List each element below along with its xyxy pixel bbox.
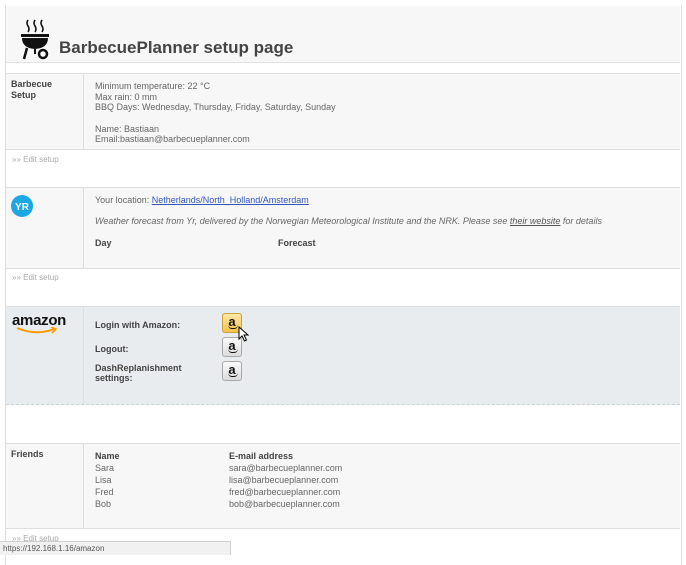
friends-column-email: E-mail address [229,451,294,461]
page-title: BarbecuePlanner setup page [59,38,294,57]
dash-replenishment-settings-button[interactable]: a [222,361,242,381]
barbecue-setup-content: Minimum temperature: 22 °C Max rain: 0 m… [89,74,680,149]
grill-icon [21,19,49,60]
friend-email: fred@barbecueplanner.com [229,487,341,497]
bbq-days: BBQ Days: Wednesday, Thursday, Friday, S… [95,102,336,112]
friend-email: bob@barbecueplanner.com [229,499,340,509]
mouse-cursor-icon [238,326,250,342]
svg-text:YR: YR [15,202,30,213]
status-bar-url: https://192.168.1.16/amazon [0,541,231,555]
column-header-forecast: Forecast [278,238,316,248]
weather-section: YR Your location: Netherlands/North_Holl… [6,187,680,269]
friend-name: Bob [95,499,112,509]
location-label: Your location: [95,195,152,205]
amazon-logo: amazon [12,312,66,334]
friends-label: Friends [11,449,44,459]
location-line: Your location: Netherlands/North_Holland… [95,195,309,205]
section-sidebar: amazon [6,307,84,404]
location-link[interactable]: Netherlands/North_Holland/Amsterdam [152,195,309,205]
login-with-amazon-label: Login with Amazon: [95,320,181,330]
barbecue-setup-label: Barbecue Setup [11,79,53,100]
friends-column-name: Name [95,451,120,461]
website-link[interactable]: their website [510,216,561,226]
amazon-smile-icon [16,327,58,334]
weather-content: Your location: Netherlands/North_Holland… [89,188,680,268]
friends-section: Friends Name E-mail address Sara sara@ba… [6,443,680,529]
friend-name: Sara [95,463,115,473]
logout-label: Logout: [95,344,129,354]
friend-email: sara@barbecueplanner.com [229,463,343,473]
column-header-day: Day [95,238,112,248]
user-name: Name: Bastiaan [95,124,160,134]
friend-email: lisa@barbecueplanner.com [229,475,339,485]
friend-name: Lisa [95,475,112,485]
amazon-content: Login with Amazon: Logout: DashReplanish… [89,307,680,404]
edit-setup-link-barbecue[interactable]: »» Edit setup [12,155,59,164]
user-email: Email:bastiaan@barbecueplanner.com [95,134,250,144]
yr-logo-icon: YR [11,195,33,217]
friend-name: Fred [95,487,114,497]
min-temperature: Minimum temperature: 22 °C [95,81,211,91]
edit-setup-link-weather[interactable]: »» Edit setup [12,273,59,282]
section-sidebar: Friends [6,444,84,528]
dash-replenishment-label: DashReplanishment settings: [95,363,182,383]
max-rain: Max rain: 0 mm [95,92,158,102]
forecast-attribution: Weather forecast from Yr, delivered by t… [95,216,602,226]
page-header: BarbecuePlanner setup page [6,6,680,63]
barbecue-setup-section: Barbecue Setup Minimum temperature: 22 °… [6,73,680,150]
forecast-text: Weather forecast from Yr, delivered by t… [95,216,510,226]
friends-content: Name E-mail address Sara sara@barbecuepl… [89,444,680,528]
section-sidebar: YR [6,188,84,268]
section-sidebar: Barbecue Setup [6,74,84,149]
amazon-section: amazon Login with Amazon: Logout: DashRe… [6,306,680,405]
forecast-suffix: for details [560,216,602,226]
